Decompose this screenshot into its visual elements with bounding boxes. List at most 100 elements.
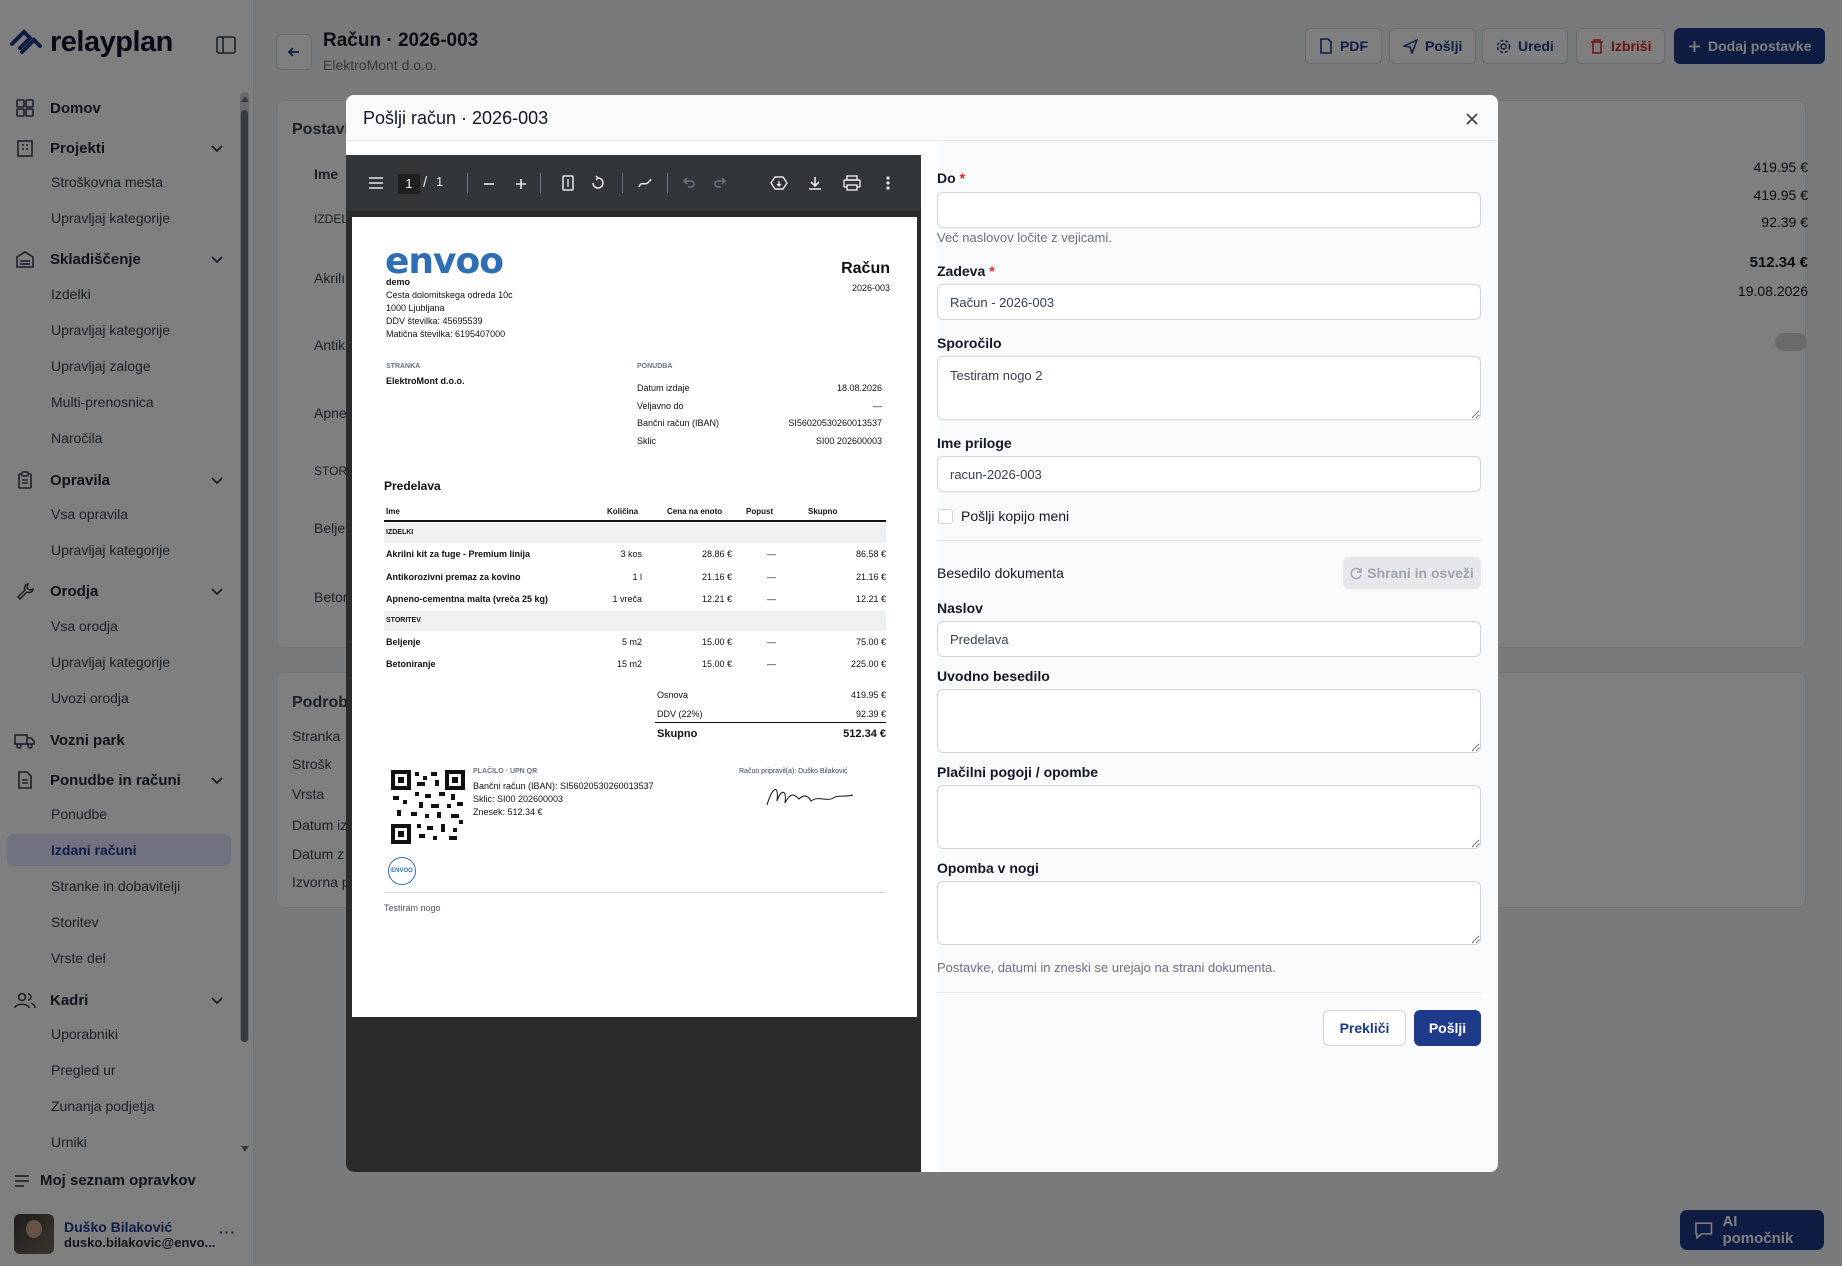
table-header: Ime — [386, 507, 400, 516]
page-separator: / — [423, 174, 428, 191]
cancel-button[interactable]: Prekliči — [1323, 1010, 1406, 1046]
table-header: Popust — [746, 507, 774, 516]
payment-line: Bančni račun (IBAN): SI56020530260013537 — [473, 781, 654, 791]
document-text-label: Besedilo dokumenta — [937, 565, 1064, 581]
company-stamp: ENVOO — [388, 857, 416, 885]
group-label: IZDELKI — [386, 529, 414, 536]
row-total: 225.00 € — [850, 659, 886, 669]
print-icon[interactable] — [843, 175, 861, 191]
heading-label: Naslov — [937, 600, 983, 616]
row-price: 15.00 € — [701, 637, 732, 647]
meta-value: SI56020530260013537 — [788, 418, 882, 428]
sum-value: 512.34 € — [843, 728, 886, 740]
save-and-refresh-button[interactable]: Shrani in osveži — [1343, 557, 1481, 589]
signature-icon — [766, 789, 854, 806]
meta-key: Datum izdaje — [637, 383, 690, 393]
sum-value: 419.95 € — [850, 690, 886, 700]
row-price: 12.21 € — [701, 594, 732, 604]
payment-line: Znesek: 512.34 € — [473, 807, 543, 817]
form-divider — [937, 992, 1481, 993]
zoom-in-icon[interactable] — [514, 177, 528, 191]
download-icon[interactable] — [807, 175, 823, 191]
sum-value: 92.39 € — [855, 709, 886, 719]
company-logo: envoo — [385, 241, 504, 282]
toolbar-divider — [467, 173, 468, 193]
payment-terms-textarea[interactable] — [937, 785, 1481, 849]
payment-line: Sklic: SI00 202600003 — [473, 794, 564, 804]
row-name: Akrilni kit za fuge - Premium linija — [386, 549, 531, 559]
row-discount: — — [767, 549, 776, 559]
table-header: Količina — [607, 507, 639, 516]
form-divider — [937, 540, 1481, 541]
intro-text-textarea[interactable] — [937, 689, 1481, 753]
invoice-document: envoo demo Cesta dolomitskega odreda 10c… — [352, 217, 917, 1017]
close-icon[interactable] — [1464, 111, 1480, 127]
row-name: Beljenje — [386, 637, 421, 647]
payment-terms-label: Plačilni pogoji / opombe — [937, 764, 1099, 780]
zoom-out-icon[interactable] — [482, 177, 496, 191]
row-qty: 15 m2 — [616, 659, 642, 669]
fit-page-icon[interactable] — [561, 175, 575, 191]
undo-icon[interactable] — [682, 176, 696, 190]
row-total: 75.00 € — [855, 637, 886, 647]
document-footer-note: Testiram nogo — [384, 903, 441, 913]
meta-key: Sklic — [637, 436, 657, 446]
document-title: Račun — [841, 260, 890, 277]
footer-note-textarea[interactable] — [937, 881, 1481, 945]
row-price: 15.00 € — [701, 659, 732, 669]
message-label: Sporočilo — [937, 335, 1002, 351]
row-discount: — — [767, 637, 776, 647]
pdf-toolbar: 1 / 1 — [346, 155, 921, 211]
row-name: Antikorozivni premaz za kovino — [386, 572, 521, 582]
company-name: demo — [386, 277, 411, 287]
prepared-by: Račun pripravil(a): Duško Bilaković — [739, 768, 848, 775]
group-label: STORITEV — [386, 617, 421, 624]
rotate-icon[interactable] — [590, 175, 606, 191]
document-number: 2026-003 — [851, 283, 890, 293]
row-price: 21.16 € — [701, 572, 732, 582]
more-vertical-icon[interactable] — [886, 175, 890, 191]
meta-key: Bančni račun (IBAN) — [637, 418, 720, 428]
row-qty: 1 vreča — [612, 594, 642, 604]
sum-label: Osnova — [657, 690, 689, 700]
sum-label: Skupno — [657, 728, 698, 740]
payment-label: PLAČILO · UPN QR — [473, 768, 538, 775]
page-number-input[interactable]: 1 — [398, 174, 420, 194]
company-address: Matična številka: 6195407000 — [386, 329, 506, 339]
modal-header: Pošlji račun · 2026-003 — [346, 95, 1498, 141]
subject-label: Zadeva * — [937, 263, 995, 279]
row-price: 28.86 € — [701, 549, 732, 559]
save-drive-icon[interactable] — [770, 175, 788, 191]
client-label: STRANKA — [386, 363, 421, 370]
row-name: Apneno-cementna malta (vreča 25 kg) — [386, 594, 549, 604]
to-input[interactable] — [937, 192, 1481, 228]
meta-value: 18.08.2026 — [836, 383, 882, 393]
meta-value: — — [873, 401, 882, 411]
send-copy-label[interactable]: Pošlji kopijo meni — [961, 508, 1069, 524]
company-address: Cesta dolomitskega odreda 10c — [386, 290, 513, 300]
send-submit-button[interactable]: Pošlji — [1414, 1010, 1481, 1046]
stamp-text: ENVOO — [391, 868, 413, 874]
heading-input[interactable] — [937, 621, 1481, 657]
toolbar-divider — [540, 173, 541, 193]
modal-title: Pošlji račun · 2026-003 — [363, 108, 549, 128]
send-copy-checkbox[interactable] — [938, 509, 953, 524]
to-hint: Več naslovov ločite z vejicami. — [937, 230, 1112, 245]
row-name: Betoniranje — [386, 659, 436, 669]
meta-value: SI00 202600003 — [815, 436, 882, 446]
redo-icon[interactable] — [713, 176, 727, 190]
table-header: Cena na enoto — [667, 507, 723, 516]
footer-hint: Postavke, datumi in zneski se urejajo na… — [937, 960, 1276, 975]
attachment-name-input[interactable] — [937, 456, 1481, 492]
menu-icon[interactable] — [368, 176, 384, 190]
subject-input[interactable] — [937, 284, 1481, 320]
sum-label: DDV (22%) — [657, 709, 703, 719]
page-count: 1 — [436, 174, 444, 189]
row-discount: — — [767, 572, 776, 582]
refresh-icon — [1350, 567, 1362, 579]
draw-icon[interactable] — [637, 175, 653, 191]
row-qty: 5 m2 — [621, 637, 642, 647]
row-total: 86.58 € — [855, 549, 886, 559]
message-textarea[interactable]: Testiram nogo 2 — [937, 356, 1481, 420]
attachment-label: Ime priloge — [937, 435, 1012, 451]
